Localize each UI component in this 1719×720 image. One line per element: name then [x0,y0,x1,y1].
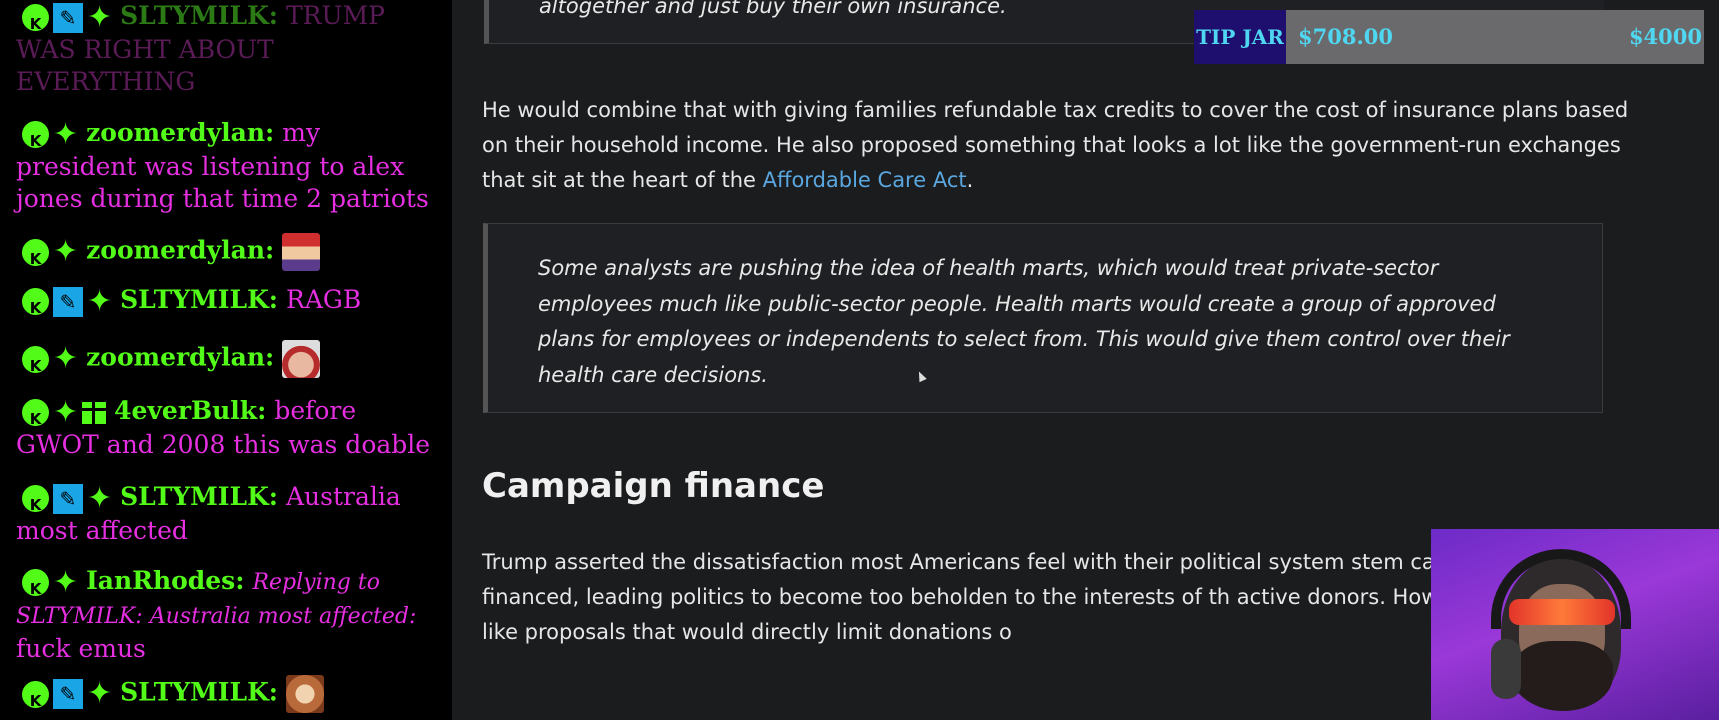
chat-username[interactable]: zoomerdylan: [86,236,274,265]
tip-jar-widget: TIP JAR $708.00 $4000 [1194,10,1704,64]
chat-username[interactable]: SLTYMILK: [120,285,278,314]
sparkle-badge-icon: ✦ [87,0,113,35]
sparkle-badge-icon: ✦ [87,676,113,711]
kick-badge-icon [22,238,49,275]
sparkle-badge-icon: ✦ [87,283,113,319]
chat-message: ✦ zoomerdylan: [16,340,446,382]
sparkle-badge-icon: ✦ [87,480,113,516]
emote-icon [286,675,324,713]
tip-jar-label: TIP JAR [1194,10,1286,64]
microphone-icon [1491,639,1521,699]
kick-badge-icon [22,4,49,40]
affordable-care-act-link[interactable]: Affordable Care Act [763,168,967,192]
sparkle-badge-icon: ✦ [53,394,79,430]
chat-message: ✎✦ SLTYMILK: [16,675,446,717]
kick-badge-icon [22,569,49,605]
emote-icon [282,233,321,271]
tip-jar-current-amount: $708.00 [1298,24,1393,49]
gift-sub-badge-icon [82,401,107,424]
chat-username[interactable]: zoomerdylan: [86,118,274,147]
chat-message: ✎✦ SLTYMILK: Australia most affected [16,481,446,547]
sparkle-badge-icon: ✦ [53,234,79,269]
chat-message: ✦ 4everBulk: before GWOT and 2008 this w… [16,395,446,461]
tip-jar-goal-amount: $4000 [1628,24,1702,49]
kick-badge-icon [22,485,49,521]
kick-badge-icon [22,121,49,157]
sparkle-badge-icon: ✦ [53,116,79,152]
moderator-badge-icon: ✎ [53,286,83,317]
moderator-badge-icon: ✎ [53,2,83,33]
chat-username[interactable]: SLTYMILK: [120,678,278,707]
chat-message: ✎✦ SLTYMILK: TRUMP WAS RIGHT ABOUT EVERY… [16,0,446,98]
chat-message: ✦ IanRhodes: Replying to SLTYMILK: Austr… [16,565,446,665]
paragraph-text: He would combine that with giving famili… [482,98,1629,192]
chat-message: ✎✦ SLTYMILK: RAGB [16,283,446,324]
blockquote: Some analysts are pushing the idea of he… [483,223,1603,413]
chat-username[interactable]: SLTYMILK: [120,482,278,511]
kick-badge-icon [22,680,49,717]
chat-text: fuck emus [16,634,146,663]
chat-message: ✦ zoomerdylan: my president was listenin… [16,117,446,215]
section-heading: Campaign finance [482,466,825,506]
moderator-badge-icon: ✎ [53,679,83,709]
chat-username[interactable]: IanRhodes: [86,566,244,595]
chat-username[interactable]: zoomerdylan: [86,343,274,372]
kick-badge-icon [22,399,49,435]
paragraph-end: . [966,168,974,192]
moderator-badge-icon: ✎ [53,483,83,514]
streamer-webcam [1431,529,1719,720]
sparkle-badge-icon: ✦ [53,564,79,600]
kick-badge-icon [22,345,49,382]
streamer-beard [1513,641,1613,711]
chat-panel: ✎✦ SLTYMILK: TRUMP WAS RIGHT ABOUT EVERY… [0,0,452,720]
blockquote-text: Some analysts are pushing the idea of he… [538,256,1510,387]
chat-username[interactable]: 4everBulk: [114,396,266,425]
headset-icon [1491,549,1631,629]
kick-badge-icon [22,288,49,324]
article-paragraph: He would combine that with giving famili… [482,93,1642,198]
chat-text: RAGB [286,285,362,314]
emote-icon [282,340,321,378]
sparkle-badge-icon: ✦ [53,341,79,376]
chat-message: ✦ zoomerdylan: [16,233,446,275]
chat-username[interactable]: SLTYMILK: [120,1,278,30]
blockquote-text: altogether and just buy their own insura… [539,0,1007,18]
